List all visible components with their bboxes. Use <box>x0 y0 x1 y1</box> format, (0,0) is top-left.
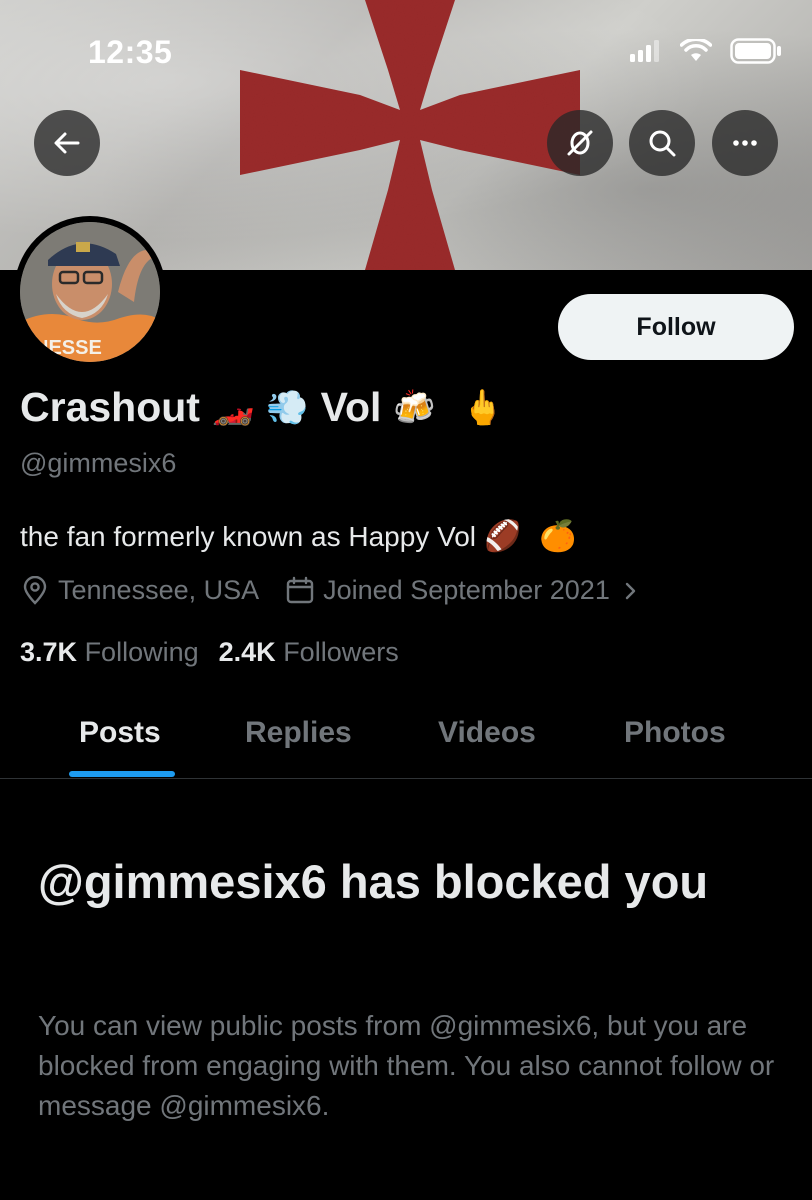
middle-finger-emoji: 🖕 <box>461 387 505 428</box>
blocked-description: You can view public posts from @gimmesix… <box>38 1010 775 1121</box>
following-link[interactable]: 3.7K Following <box>20 637 199 668</box>
follow-button[interactable]: Follow <box>558 294 794 360</box>
notifications-button[interactable] <box>547 110 613 176</box>
tab-posts[interactable]: Posts <box>79 716 161 750</box>
race-car-emoji: 🏎️ <box>211 387 255 428</box>
following-count: 3.7K <box>20 637 78 667</box>
signal-icon <box>630 40 659 62</box>
active-tab-indicator <box>69 771 175 777</box>
dash-emoji: 💨 <box>266 387 309 428</box>
display-name-text: Crashout <box>20 384 200 430</box>
profile-handle: @gimmesix6 <box>20 448 177 478</box>
battery-icon <box>730 38 781 64</box>
football-emoji: 🏈 <box>484 519 522 554</box>
joined-text: Joined September 2021 <box>323 575 610 605</box>
calendar-icon <box>286 576 314 603</box>
blocked-title: @gimmesix6 has blocked you <box>38 855 709 908</box>
search-button[interactable] <box>629 110 695 176</box>
display-name: Crashout 🏎️ 💨 Vol 🍻 🖕 <box>20 384 504 431</box>
following-label: Following <box>84 637 199 667</box>
joined-date[interactable]: Joined September 2021 <box>285 575 640 606</box>
status-bar: 12:35 <box>0 0 812 100</box>
location-text: Tennessee, USA <box>58 575 260 605</box>
search-icon <box>649 130 676 157</box>
profile-tabs: Posts Replies Videos Photos <box>0 700 812 779</box>
profile-stats: 3.7K Following 2.4K Followers <box>20 637 399 668</box>
status-icons <box>630 38 782 64</box>
profile-bio: the fan formerly known as Happy Vol 🏈 🍊 <box>20 519 577 554</box>
avatar[interactable]: NESSE <box>14 216 166 368</box>
followers-label: Followers <box>283 637 399 667</box>
location: Tennessee, USA <box>20 575 259 606</box>
profile-meta: Tennessee, USA Joined September 2021 <box>20 575 640 606</box>
svg-text:NESSE: NESSE <box>34 337 102 359</box>
back-button[interactable] <box>34 110 100 176</box>
status-time: 12:35 <box>88 34 173 70</box>
avatar-photo: NESSE <box>20 222 160 362</box>
location-pin-icon <box>23 575 47 605</box>
tab-videos[interactable]: Videos <box>438 716 536 750</box>
followers-count: 2.4K <box>218 637 276 667</box>
more-button[interactable] <box>712 110 778 176</box>
more-icon <box>733 140 757 146</box>
display-name-text-2: Vol <box>320 384 382 430</box>
beer-mugs-emoji: 🍻 <box>393 387 436 428</box>
arrow-left-icon <box>54 132 80 154</box>
tab-replies[interactable]: Replies <box>245 716 352 750</box>
no-notifications-icon <box>567 130 593 156</box>
chevron-right-icon <box>625 582 636 599</box>
tab-photos[interactable]: Photos <box>624 716 726 750</box>
orange-emoji: 🍊 <box>539 519 577 554</box>
bio-text: the fan formerly known as Happy Vol <box>20 520 477 552</box>
followers-link[interactable]: 2.4K Followers <box>219 637 399 668</box>
wifi-icon <box>680 39 712 61</box>
